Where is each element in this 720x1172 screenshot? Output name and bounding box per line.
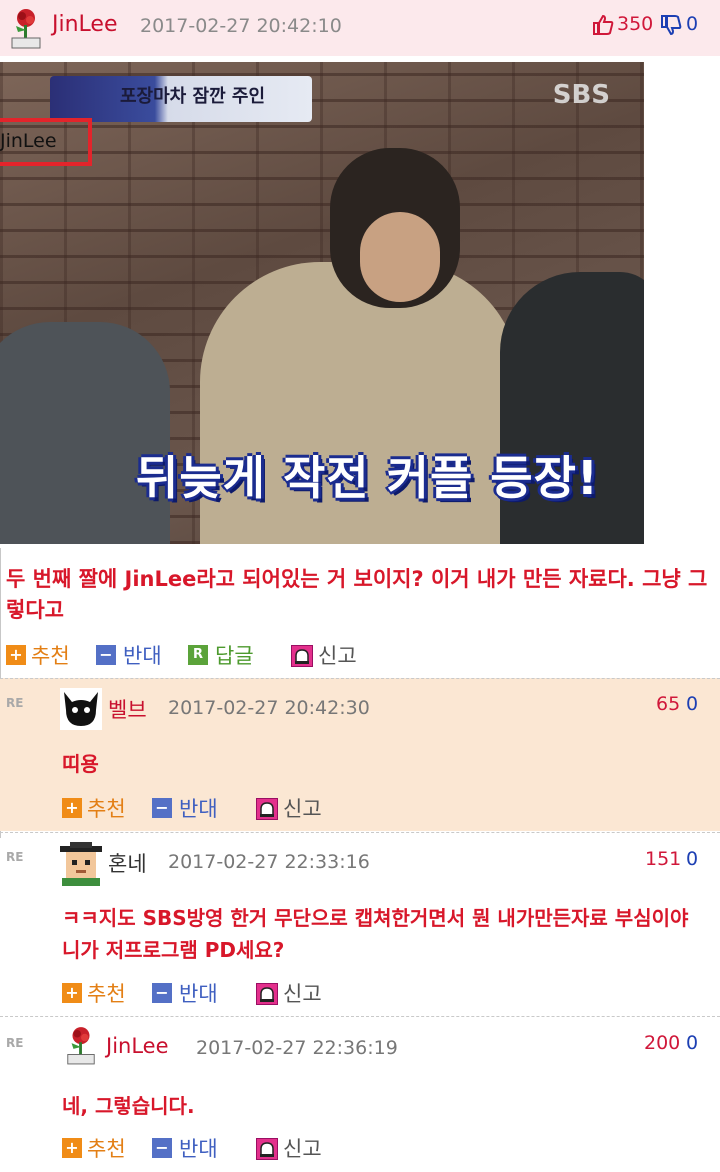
comment-downvote-count: 0 [686, 693, 699, 715]
post-text: 두 번째 짤에 JinLee라고 되어있는 거 보이지? 이거 내가 만든 자료… [6, 567, 708, 622]
cat-avatar-icon[interactable] [60, 688, 102, 730]
minus-icon[interactable]: − [152, 1138, 172, 1158]
minus-icon[interactable]: − [152, 798, 172, 818]
comment-date: 2017-02-27 22:36:19 [196, 1037, 398, 1059]
oppose-button[interactable]: 반대 [179, 793, 218, 823]
image-caption: 뒤늦게 작전 커플 등장! [136, 451, 599, 505]
sbs-watermark: SBS [552, 80, 610, 110]
comment-upvote-count: 151 [645, 848, 682, 870]
report-button[interactable]: 신고 [283, 1133, 322, 1163]
plus-icon[interactable]: + [62, 1138, 82, 1158]
report-icon[interactable] [256, 1138, 278, 1160]
plus-icon[interactable]: + [6, 645, 26, 665]
reply-icon[interactable]: R [188, 645, 208, 665]
minus-icon[interactable]: − [152, 983, 172, 1003]
re-marker: RE [6, 850, 24, 864]
comment-author[interactable]: 벨브 [108, 694, 147, 724]
comment-text: 띠용 [62, 752, 99, 776]
person-face [360, 212, 440, 302]
post-author[interactable]: JinLee [52, 12, 117, 37]
post-downvote-count: 0 [686, 13, 699, 35]
tv-banner-text: 포장마차 잠깐 주인 [120, 86, 266, 107]
report-button[interactable]: 신고 [283, 793, 322, 823]
plus-icon[interactable]: + [62, 798, 82, 818]
re-marker: RE [6, 696, 24, 710]
rose-avatar-icon[interactable] [64, 1026, 98, 1066]
report-button[interactable]: 신고 [283, 978, 322, 1008]
recommend-button[interactable]: 추천 [87, 978, 126, 1008]
report-icon[interactable] [256, 983, 278, 1005]
report-icon[interactable] [291, 645, 313, 667]
recommend-button[interactable]: 추천 [87, 793, 126, 823]
plus-icon[interactable]: + [62, 983, 82, 1003]
comment-upvote-count: 200 [644, 1032, 681, 1054]
tag-text: JinLee [0, 130, 57, 152]
post-image[interactable]: 포장마차 잠깐 주인 SBS JinLee 뒤늦게 작전 커플 등장! [0, 62, 644, 544]
re-marker: RE [6, 1036, 24, 1050]
post-date: 2017-02-27 20:42:10 [140, 15, 342, 37]
comment-author[interactable]: JinLee [106, 1034, 169, 1058]
comment-downvote-count: 0 [686, 848, 699, 870]
person-left [0, 322, 170, 544]
comment-upvote-count: 65 [656, 693, 681, 715]
thumbs-up-icon[interactable] [592, 14, 614, 36]
thumbs-down-icon[interactable] [660, 14, 682, 36]
comment-text: ㅋㅋ지도 SBS방영 한거 무단으로 캡쳐한거면서 뭔 내가만든자료 부심이야 … [62, 906, 689, 962]
comment-downvote-count: 0 [686, 1032, 699, 1054]
recommend-button[interactable]: 추천 [87, 1133, 126, 1163]
oppose-button[interactable]: 반대 [123, 640, 162, 670]
oppose-button[interactable]: 반대 [179, 978, 218, 1008]
comment-date: 2017-02-27 20:42:30 [168, 697, 370, 719]
comment-text: 네, 그렇습니다. [62, 1094, 195, 1118]
recommend-button[interactable]: 추천 [31, 640, 70, 670]
pixel-avatar-icon[interactable] [60, 842, 102, 886]
oppose-button[interactable]: 반대 [179, 1133, 218, 1163]
report-button[interactable]: 신고 [318, 640, 357, 670]
comment-date: 2017-02-27 22:33:16 [168, 851, 370, 873]
rose-avatar-icon [11, 9, 41, 49]
reply-button[interactable]: 답글 [215, 640, 254, 670]
report-icon[interactable] [256, 798, 278, 820]
minus-icon[interactable]: − [96, 645, 116, 665]
comment-author[interactable]: 혼네 [108, 848, 147, 878]
post-upvote-count: 350 [617, 13, 654, 35]
